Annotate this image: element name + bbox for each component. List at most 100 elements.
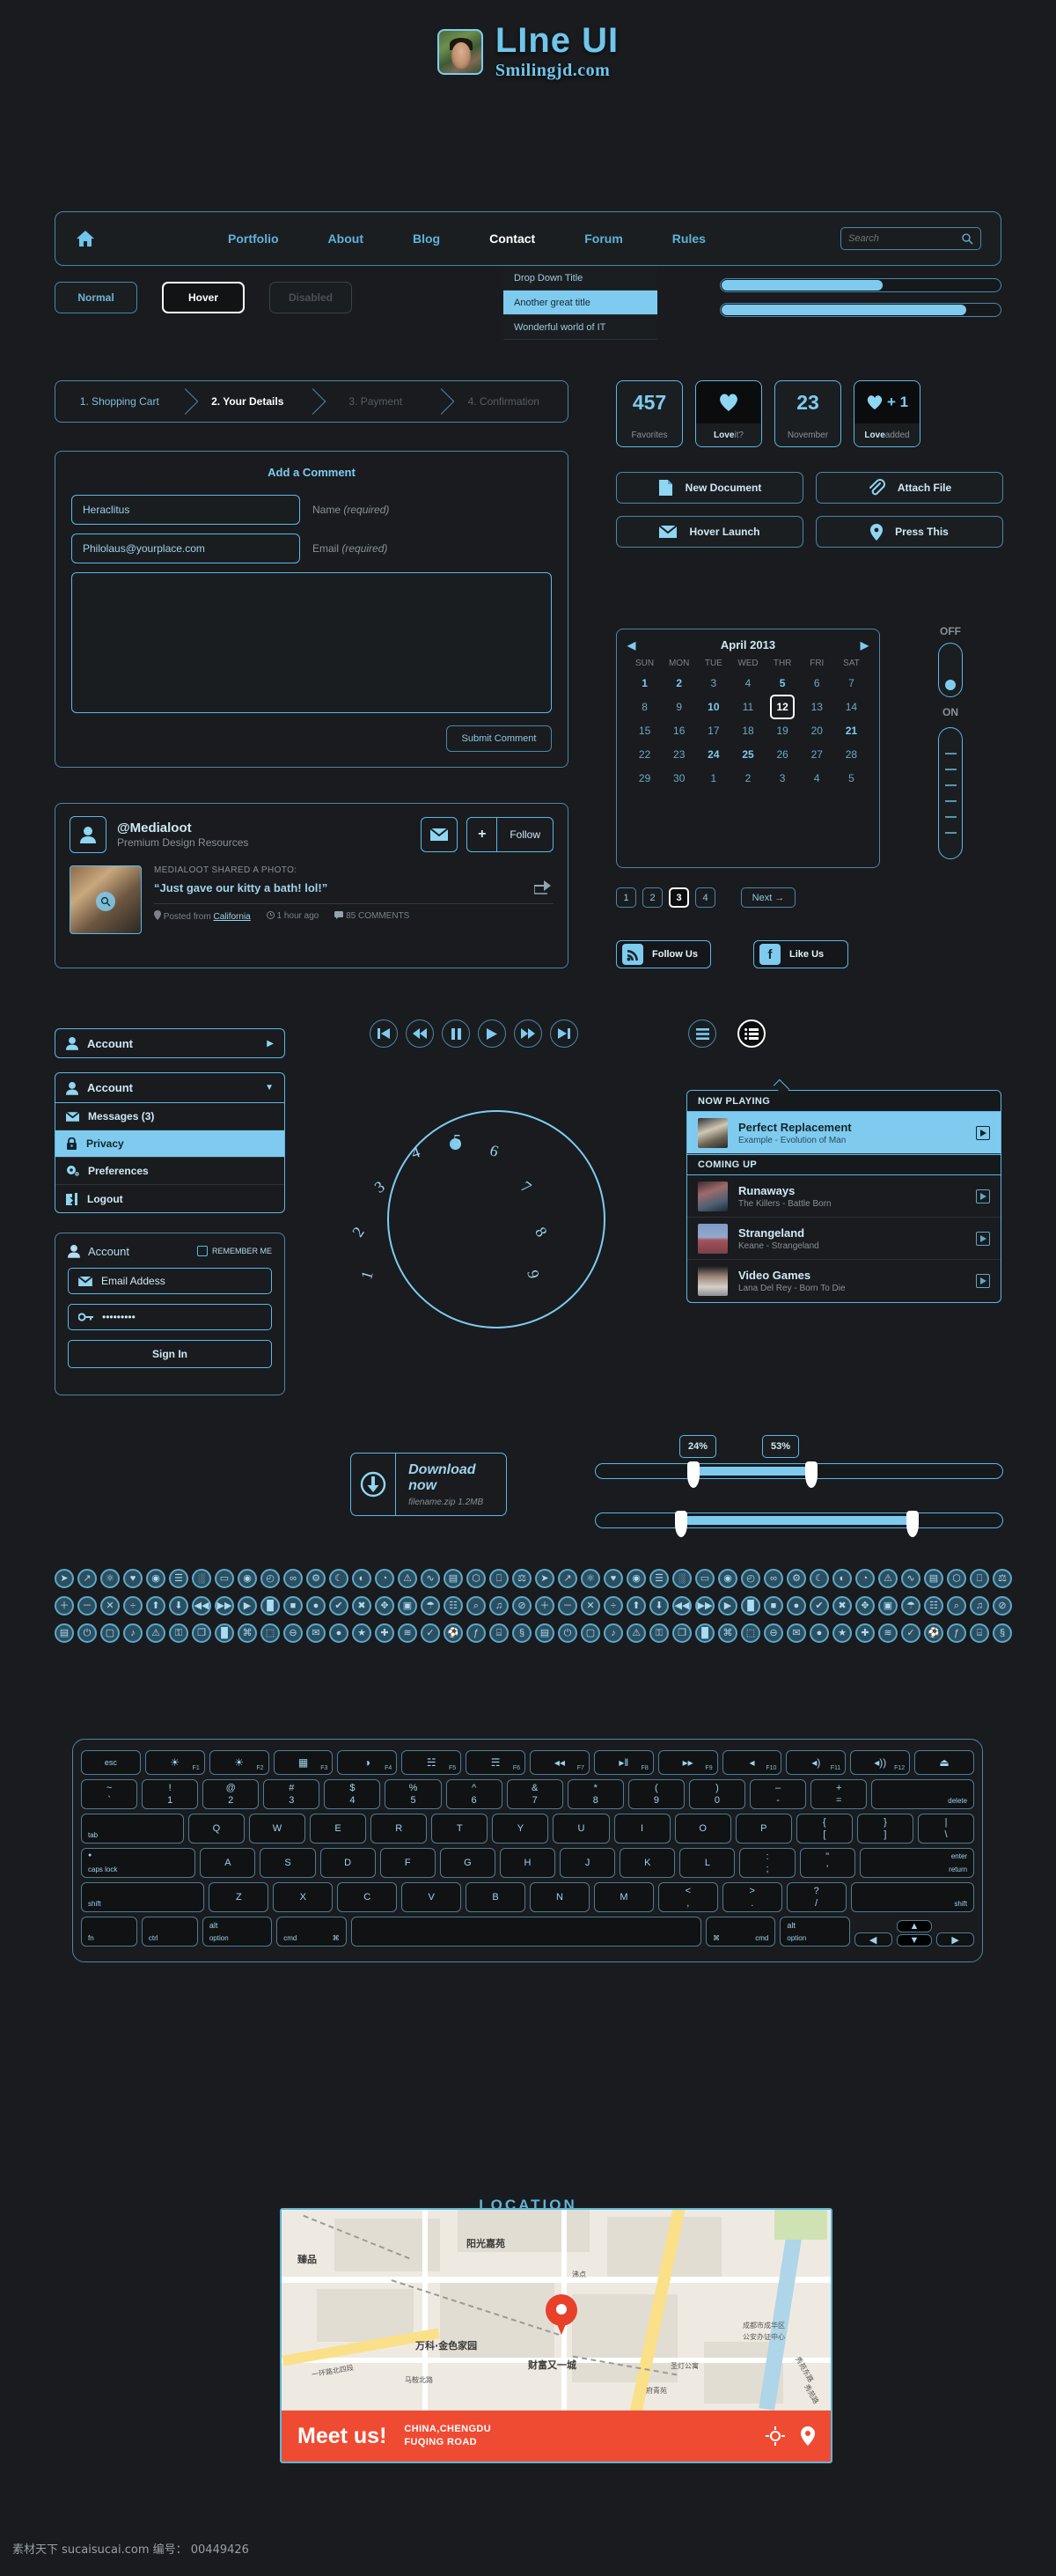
list-lines-icon[interactable] xyxy=(688,1019,716,1048)
slider-handle-low[interactable] xyxy=(686,1461,700,1488)
key-caps-lock[interactable]: ● caps lock xyxy=(81,1848,196,1878)
library-icon-0-35[interactable]: ◔ xyxy=(855,1569,875,1588)
tile-love-added[interactable]: + 1 Love added xyxy=(854,380,920,447)
step-shopping-cart[interactable]: 1. Shopping Cart xyxy=(55,381,184,422)
key-F4[interactable]: ◑ F4 xyxy=(337,1750,398,1775)
key-a[interactable]: A xyxy=(200,1848,256,1878)
caret-left-icon[interactable]: ◀ xyxy=(627,639,635,651)
calendar-day[interactable]: 27 xyxy=(800,746,834,763)
share-icon[interactable] xyxy=(534,880,552,894)
key-fn[interactable]: fn xyxy=(81,1917,137,1947)
library-icon-2-34[interactable]: ★ xyxy=(832,1623,852,1643)
library-icon-2-39[interactable]: ƒ xyxy=(947,1623,966,1643)
calendar-day[interactable]: 4 xyxy=(800,769,834,787)
library-icon-2-1[interactable]: ⏻ xyxy=(77,1623,97,1643)
key-i[interactable]: I xyxy=(613,1814,671,1844)
nav-link-portfolio[interactable]: Portfolio xyxy=(228,232,279,246)
library-icon-1-27[interactable]: ◀◀ xyxy=(672,1596,692,1616)
key-F2[interactable]: ☀ F2 xyxy=(209,1750,269,1775)
key-t[interactable]: T xyxy=(431,1814,488,1844)
library-icon-2-36[interactable]: ≋ xyxy=(878,1623,898,1643)
key-[[interactable]: {[ xyxy=(796,1814,853,1844)
key-d[interactable]: D xyxy=(319,1848,376,1878)
key-arrow-up[interactable]: ▲ xyxy=(896,1920,933,1932)
library-icon-1-28[interactable]: ▶▶ xyxy=(695,1596,715,1616)
library-icon-1-17[interactable]: ☷ xyxy=(444,1596,463,1616)
library-icon-2-41[interactable]: § xyxy=(993,1623,1012,1643)
library-icon-0-22[interactable]: ↗ xyxy=(558,1569,577,1588)
library-icon-2-10[interactable]: ⊖ xyxy=(283,1623,303,1643)
caret-down-icon[interactable]: ▼ xyxy=(265,1083,274,1093)
playlist-row-now-playing[interactable]: Perfect Replacement Example - Evolution … xyxy=(687,1112,1001,1154)
library-icon-2-29[interactable]: ⌘ xyxy=(718,1623,737,1643)
key-2[interactable]: @2 xyxy=(202,1779,260,1809)
library-icon-2-38[interactable]: ⚽ xyxy=(924,1623,943,1643)
calendar-day[interactable]: 24 xyxy=(696,746,730,763)
download-button[interactable]: Download now filename.zip 1.2MB xyxy=(350,1453,507,1516)
key-esc[interactable]: esc xyxy=(81,1750,141,1775)
key-m[interactable]: M xyxy=(593,1882,654,1912)
key-shift-left[interactable]: shift xyxy=(81,1882,205,1912)
library-icon-0-31[interactable]: ∞ xyxy=(764,1569,783,1588)
key-;[interactable]: :; xyxy=(739,1848,796,1878)
calendar-day[interactable]: 5 xyxy=(834,769,869,787)
step-your-details[interactable]: 2. Your Details xyxy=(184,381,312,422)
key-][interactable]: }] xyxy=(856,1814,913,1844)
key-7[interactable]: & 7 xyxy=(506,1779,563,1809)
library-icon-0-6[interactable]: ░ xyxy=(192,1569,211,1588)
library-icon-0-33[interactable]: ☾ xyxy=(810,1569,829,1588)
key-option[interactable]: alt option xyxy=(202,1917,273,1947)
calendar-day[interactable]: 25 xyxy=(730,746,765,763)
library-icon-1-22[interactable]: － xyxy=(558,1596,577,1616)
library-icon-1-37[interactable]: ☂ xyxy=(901,1596,920,1616)
library-icon-0-18[interactable]: ⬡ xyxy=(466,1569,486,1588)
library-icon-0-4[interactable]: ◉ xyxy=(146,1569,165,1588)
key-return[interactable]: enter return xyxy=(859,1848,975,1878)
calendar-day[interactable]: 2 xyxy=(730,769,765,787)
library-icon-2-22[interactable]: ⏻ xyxy=(558,1623,577,1643)
page-button-3-current[interactable]: 3 xyxy=(669,887,689,908)
toggle-switch-off[interactable] xyxy=(938,643,963,697)
library-icon-1-26[interactable]: ⬇ xyxy=(649,1596,669,1616)
library-icon-2-31[interactable]: ⊖ xyxy=(764,1623,783,1643)
key-b[interactable]: B xyxy=(466,1882,526,1912)
library-icon-1-5[interactable]: ⬇ xyxy=(169,1596,188,1616)
playlist-row[interactable]: Strangeland Keane - Strangeland xyxy=(687,1218,1001,1260)
library-icon-0-14[interactable]: ◔ xyxy=(375,1569,394,1588)
tile-love-it[interactable]: Love it? xyxy=(695,380,762,447)
calendar-day[interactable]: 9 xyxy=(662,698,696,716)
calendar-day[interactable]: 3 xyxy=(696,674,730,692)
library-icon-2-28[interactable]: █ xyxy=(695,1623,715,1643)
key-z[interactable]: Z xyxy=(209,1882,269,1912)
library-icon-2-4[interactable]: ⚠ xyxy=(146,1623,165,1643)
key-space[interactable] xyxy=(350,1917,701,1947)
key-j[interactable]: J xyxy=(560,1848,616,1878)
library-icon-1-11[interactable]: ● xyxy=(306,1596,326,1616)
library-icon-2-40[interactable]: ⌸ xyxy=(970,1623,989,1643)
library-icon-1-12[interactable]: ✔ xyxy=(329,1596,348,1616)
skip-next-icon[interactable] xyxy=(550,1019,578,1048)
password-field[interactable]: ••••••••• xyxy=(68,1304,272,1330)
skip-previous-icon[interactable] xyxy=(370,1019,398,1048)
key-e[interactable]: E xyxy=(310,1814,367,1844)
slider-handle-high[interactable] xyxy=(804,1461,818,1488)
library-icon-0-21[interactable]: ➤ xyxy=(535,1569,554,1588)
key-F5[interactable]: ☵ F5 xyxy=(401,1750,462,1775)
library-icon-1-30[interactable]: ▐▌ xyxy=(741,1596,760,1616)
toggle-knob[interactable] xyxy=(945,680,956,690)
key-arrow-left[interactable]: ◀ xyxy=(854,1932,892,1947)
key-cmd[interactable]: cmd ⌘ xyxy=(276,1917,347,1947)
library-icon-1-33[interactable]: ✔ xyxy=(810,1596,829,1616)
library-icon-2-33[interactable]: ● xyxy=(810,1623,829,1643)
menu-item-preferences[interactable]: Preferences xyxy=(55,1158,284,1185)
library-icon-0-3[interactable]: ♥ xyxy=(123,1569,143,1588)
library-icon-1-32[interactable]: ● xyxy=(787,1596,806,1616)
key-r[interactable]: R xyxy=(370,1814,428,1844)
key-F7[interactable]: ◂◂ F7 xyxy=(530,1750,590,1775)
key-tab[interactable]: tab xyxy=(81,1814,184,1844)
key-p[interactable]: P xyxy=(735,1814,792,1844)
calendar-day[interactable]: 4 xyxy=(730,674,765,692)
calendar-day[interactable]: 28 xyxy=(834,746,869,763)
tile-november[interactable]: 23 November xyxy=(774,380,841,447)
post-thumbnail[interactable] xyxy=(70,865,142,934)
